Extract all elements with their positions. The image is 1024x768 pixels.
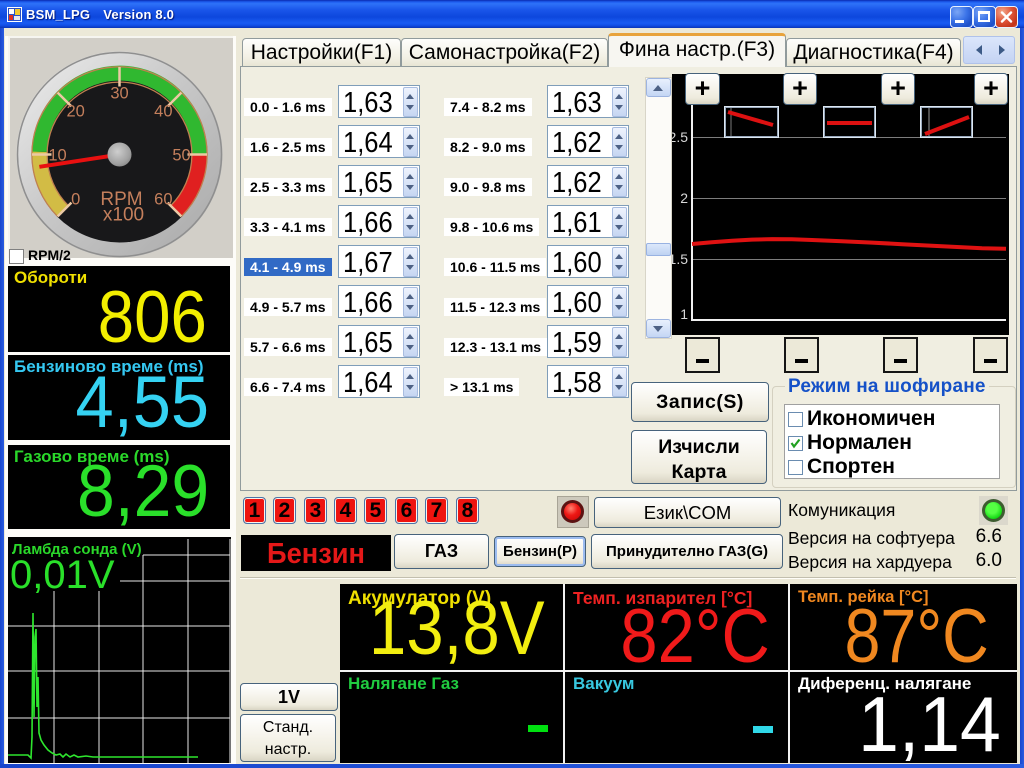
svg-text:1.5: 1.5 <box>672 251 688 267</box>
svg-text:0: 0 <box>71 190 80 208</box>
svg-text:0,01V: 0,01V <box>10 553 115 597</box>
svg-text:20: 20 <box>66 103 84 121</box>
svg-text:x100: x100 <box>103 205 144 226</box>
svg-text:1: 1 <box>680 306 688 322</box>
svg-text:2.5: 2.5 <box>672 129 688 145</box>
svg-text:2: 2 <box>680 190 688 206</box>
svg-text:40: 40 <box>154 103 172 121</box>
svg-text:30: 30 <box>110 85 128 103</box>
svg-text:50: 50 <box>172 147 190 165</box>
svg-text:60: 60 <box>154 190 172 208</box>
